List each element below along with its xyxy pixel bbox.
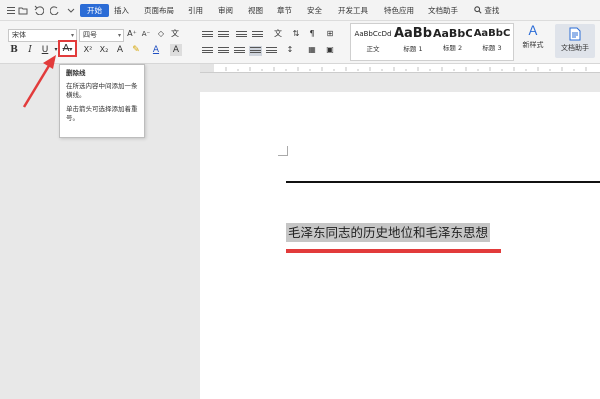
tooltip-line-1: 在所选内容中间添加一条横线。: [66, 82, 138, 99]
bold-button[interactable]: B: [8, 44, 20, 56]
numbered-list-icon[interactable]: [218, 31, 229, 39]
subscript-icon[interactable]: X₂: [98, 44, 110, 56]
margin-corner-mark: [278, 146, 288, 156]
distributed-icon[interactable]: [266, 47, 277, 55]
align-right-icon[interactable]: [234, 47, 245, 55]
tab-security[interactable]: 安全: [307, 4, 322, 17]
align-left-icon[interactable]: [202, 47, 213, 55]
justify-icon[interactable]: [249, 46, 262, 56]
tab-page-layout[interactable]: 页面布局: [144, 4, 174, 17]
tab-developer[interactable]: 开发工具: [338, 4, 368, 17]
style-heading-3-sample: AaBbC: [473, 28, 511, 39]
font-size-select[interactable]: 四号 ▾: [79, 29, 124, 42]
line-spacing-icon[interactable]: ↕: [284, 44, 296, 56]
new-style-label: 新样式: [522, 41, 544, 49]
font-size-value: 四号: [83, 31, 97, 39]
style-heading-2-sample: AaBbC: [433, 27, 472, 40]
increase-indent-icon[interactable]: [252, 31, 263, 39]
grow-font-icon[interactable]: A⁺: [126, 28, 138, 40]
font-name-value: 宋体: [12, 31, 26, 39]
tab-review[interactable]: 审阅: [218, 4, 233, 17]
clear-format-icon[interactable]: ◇: [155, 28, 167, 40]
chinese-layout-icon[interactable]: 文: [272, 28, 284, 40]
style-heading-1-sample: AaBb: [393, 26, 433, 41]
red-annotation-underline: [286, 249, 501, 253]
shrink-font-icon[interactable]: A⁻: [140, 28, 152, 40]
superscript-icon[interactable]: X²: [82, 44, 94, 56]
new-style-icon: Ａ: [526, 24, 540, 39]
tab-view[interactable]: 视图: [248, 4, 263, 17]
tab-references[interactable]: 引用: [188, 4, 203, 17]
tab-chapter[interactable]: 章节: [277, 4, 292, 17]
highlight-icon[interactable]: ✎: [130, 44, 142, 56]
chevron-down-icon: ▾: [69, 46, 73, 53]
chevron-down-icon: ▾: [117, 32, 121, 39]
shading-icon[interactable]: ▦: [306, 44, 318, 56]
horizontal-rule: [286, 181, 600, 183]
strikethrough-tooltip: 删除线 在所选内容中间添加一条横线。 单击箭头可选择添加着重号。: [59, 64, 145, 138]
tab-start[interactable]: 开始: [80, 4, 109, 17]
style-heading-1-caption: 标题 1: [403, 45, 423, 53]
style-normal-caption: 正文: [366, 45, 380, 53]
style-gallery: AaBbCcDd 正文 AaBb 标题 1 AaBbC 标题 2 AaBbC 标…: [350, 23, 514, 61]
doc-helper-button[interactable]: 文档助手: [555, 24, 595, 58]
document-icon: [569, 27, 581, 41]
italic-button[interactable]: I: [24, 44, 36, 56]
align-center-icon[interactable]: [218, 47, 229, 55]
search-icon: [474, 6, 482, 14]
font-color-icon[interactable]: A: [150, 44, 162, 56]
search-label: 查找: [484, 6, 500, 15]
strikethrough-button[interactable]: A▾: [58, 40, 77, 57]
style-heading-1[interactable]: AaBb 标题 1: [393, 25, 433, 58]
tooltip-line-2: 单击箭头可选择添加着重号。: [66, 105, 138, 122]
selected-document-text[interactable]: 毛泽东同志的历史地位和毛泽东思想: [286, 223, 491, 242]
tooltip-title: 删除线: [66, 69, 86, 77]
tab-insert[interactable]: 插入: [114, 4, 129, 17]
char-shading-icon[interactable]: A: [170, 44, 182, 56]
text-effect-icon[interactable]: A: [114, 44, 126, 56]
style-normal[interactable]: AaBbCcDd 正文: [353, 25, 393, 58]
doc-helper-label: 文档助手: [561, 44, 589, 52]
style-heading-3[interactable]: AaBbC 标题 3: [472, 25, 512, 58]
menu-bar: 开始 插入 页面布局 引用 审阅 视图 章节 安全 开发工具 特色应用 文档助手…: [0, 0, 600, 21]
style-heading-3-caption: 标题 3: [482, 44, 502, 52]
bullet-list-icon[interactable]: [202, 31, 213, 39]
menu-icon[interactable]: [6, 5, 16, 15]
tab-doc-helper[interactable]: 文档助手: [428, 4, 458, 17]
redo-icon[interactable]: [50, 5, 60, 15]
style-heading-2[interactable]: AaBbC 标题 2: [433, 25, 472, 58]
decrease-indent-icon[interactable]: [236, 31, 247, 39]
tab-features[interactable]: 特色应用: [384, 4, 414, 17]
ruler-ticks: [225, 67, 587, 71]
open-icon[interactable]: [18, 5, 28, 15]
ribbon: 宋体 ▾ 四号 ▾ A⁺ A⁻ ◇ 文 B I U ▾ X² X₂ A ✎ A …: [0, 21, 600, 64]
new-style-button[interactable]: Ａ 新样式: [517, 24, 549, 58]
pinyin-icon[interactable]: 文: [169, 28, 181, 40]
table-border-icon[interactable]: ▣: [324, 44, 336, 56]
undo-icon[interactable]: [34, 5, 44, 15]
sort-icon[interactable]: ⇅: [290, 28, 302, 40]
style-heading-2-caption: 标题 2: [442, 44, 463, 52]
dropdown-icon[interactable]: [66, 5, 76, 15]
show-marks-icon[interactable]: ¶: [306, 28, 318, 40]
horizontal-ruler[interactable]: [200, 64, 600, 73]
borders-icon[interactable]: ⊞: [324, 28, 336, 40]
search-button[interactable]: 查找: [474, 4, 499, 17]
style-normal-sample: AaBbCcDd: [354, 30, 392, 38]
document-page[interactable]: [200, 92, 600, 399]
